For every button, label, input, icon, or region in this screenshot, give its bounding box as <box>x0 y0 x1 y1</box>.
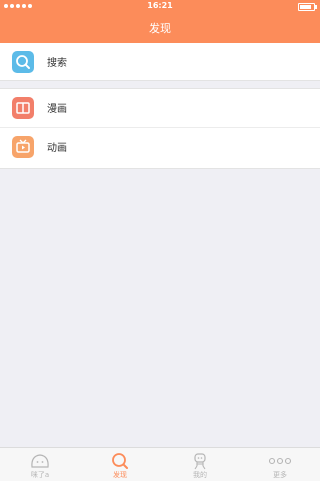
search-icon <box>108 452 132 470</box>
tab-discover[interactable]: 发现 <box>80 448 160 481</box>
face-icon <box>28 452 52 470</box>
tab-label: 发现 <box>113 471 127 479</box>
status-time: 16:21 <box>147 1 173 10</box>
more-icon <box>268 452 292 470</box>
header: 16:21 发现 <box>0 0 320 43</box>
status-bar: 16:21 <box>0 0 320 14</box>
tab-more[interactable]: 更多 <box>240 448 320 481</box>
tab-label: 我的 <box>193 471 207 479</box>
robot-icon <box>188 452 212 470</box>
content-section: 漫画 动画 <box>0 88 320 169</box>
menu-item-comic[interactable]: 漫画 <box>0 89 320 128</box>
search-section: 搜索 <box>0 43 320 81</box>
tab-profile[interactable]: 我的 <box>160 448 240 481</box>
menu-item-search[interactable]: 搜索 <box>0 43 320 81</box>
page-title: 发现 <box>149 22 171 35</box>
tab-label: 咪了a <box>30 471 50 479</box>
menu-item-label: 漫画 <box>47 104 67 115</box>
battery-icon <box>298 3 317 11</box>
tab-bar: 咪了a 发现 我的 更多 <box>0 447 320 481</box>
search-icon <box>12 51 34 73</box>
menu-item-label: 动画 <box>47 143 67 154</box>
tab-home[interactable]: 咪了a <box>0 448 80 481</box>
menu-item-anime[interactable]: 动画 <box>0 128 320 166</box>
menu-item-label: 搜索 <box>47 58 67 69</box>
tv-icon <box>12 136 34 158</box>
book-icon <box>12 97 34 119</box>
tab-label: 更多 <box>273 471 287 479</box>
